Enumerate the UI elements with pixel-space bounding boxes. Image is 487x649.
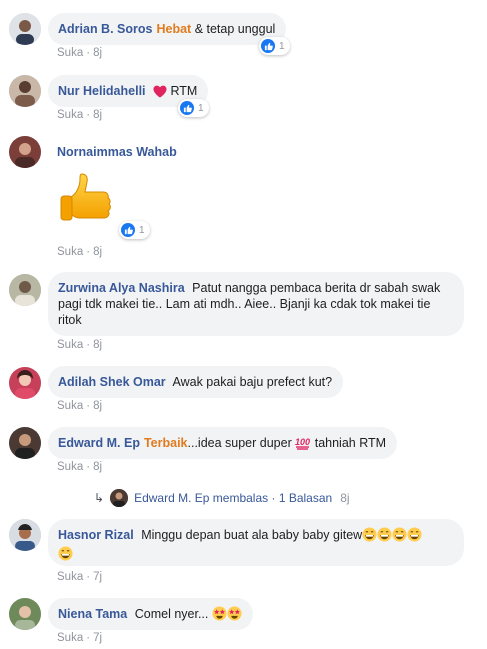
comment-meta: Suka · 8j <box>57 47 103 59</box>
comment-meta: Suka · 8j <box>57 109 103 121</box>
svg-text:100: 100 <box>295 437 310 447</box>
badge-label: Hebat <box>156 22 192 36</box>
comment-text: Minggu depan buat ala baby baby gitew <box>141 528 363 542</box>
reaction-count[interactable]: 1 <box>259 37 290 55</box>
commenter-name[interactable]: Hasnor Rizal <box>58 528 134 542</box>
comment-bubble: Niena Tama Comel nyer... <box>48 598 253 630</box>
like-icon <box>180 101 194 115</box>
comment-bubble: Hasnor Rizal Minggu depan buat ala baby … <box>48 519 464 566</box>
badge-label: Terbaik <box>143 436 188 450</box>
like-icon <box>121 223 135 237</box>
view-replies-link[interactable]: ↳ Edward M. Ep membalas · 1 Balasan 8j <box>94 489 350 507</box>
reaction-number: 1 <box>139 224 145 236</box>
comment-text: Awak pakai baju prefect kut? <box>172 375 333 389</box>
comment-meta: Suka · 8j <box>57 246 103 258</box>
grinning-face-icon <box>407 527 422 546</box>
star-struck-icon <box>227 606 242 625</box>
comment-bubble: Edward M. Ep Terbaik...idea super duper 1… <box>48 427 398 459</box>
comment-bubble: Zurwina Alya Nashira Patut nangga pembac… <box>48 272 464 336</box>
comment-text: ...idea super duper <box>187 436 292 450</box>
timestamp[interactable]: 8j <box>93 400 102 412</box>
commenter-name[interactable]: Edward M. Ep <box>58 436 140 450</box>
comment-text: tahniah RTM <box>314 436 387 450</box>
commenter-name[interactable]: Niena Tama <box>58 607 127 621</box>
like-button[interactable]: Suka <box>57 571 83 583</box>
timestamp[interactable]: 8j <box>93 461 102 473</box>
like-button[interactable]: Suka <box>57 109 83 121</box>
star-struck-icon <box>212 606 227 625</box>
like-icon <box>261 39 275 53</box>
like-button[interactable]: Suka <box>57 461 83 473</box>
timestamp[interactable]: 8j <box>93 246 102 258</box>
grinning-face-icon <box>392 527 407 546</box>
avatar[interactable] <box>9 136 41 168</box>
timestamp[interactable]: 7j <box>93 632 102 644</box>
comment-meta: Suka · 7j <box>57 571 103 583</box>
avatar[interactable] <box>9 274 41 306</box>
reply-arrow-icon: ↳ <box>94 491 105 505</box>
commenter-name[interactable]: Nornaimmas Wahab <box>57 145 177 159</box>
comment-meta: Suka · 8j <box>57 461 103 473</box>
like-button[interactable]: Suka <box>57 632 83 644</box>
timestamp[interactable]: 7j <box>93 571 102 583</box>
like-button[interactable]: Suka <box>57 47 83 59</box>
commenter-name-wrap: Nornaimmas Wahab <box>57 145 181 159</box>
reaction-number: 1 <box>279 40 285 52</box>
reaction-number: 1 <box>198 102 204 114</box>
comment-text: Comel nyer... <box>134 607 209 621</box>
comment-meta: Suka · 7j <box>57 632 103 644</box>
comment-text: RTM <box>170 84 198 98</box>
commenter-name[interactable]: Nur Helidahelli <box>58 84 146 98</box>
avatar[interactable] <box>9 75 41 107</box>
hundred-points-icon: 100 <box>295 436 311 454</box>
avatar[interactable] <box>9 13 41 45</box>
commenter-name[interactable]: Adilah Shek Omar <box>58 375 166 389</box>
comment-text: & tetap unggul <box>194 22 276 36</box>
like-button[interactable]: Suka <box>57 400 83 412</box>
avatar[interactable] <box>9 367 41 399</box>
avatar <box>110 489 129 507</box>
like-button[interactable]: Suka <box>57 246 83 258</box>
grinning-face-icon <box>58 546 73 565</box>
avatar[interactable] <box>9 519 41 551</box>
reply-author: Edward M. Ep <box>134 491 210 505</box>
reply-count: 1 Balasan <box>278 491 333 505</box>
comment-meta: Suka · 8j <box>57 339 103 351</box>
timestamp: 8j <box>340 491 350 505</box>
thumbs-up-sticker-icon <box>56 170 118 232</box>
avatar[interactable] <box>9 427 41 459</box>
avatar[interactable] <box>9 598 41 630</box>
timestamp[interactable]: 8j <box>93 339 102 351</box>
like-button[interactable]: Suka <box>57 339 83 351</box>
reply-label: membalas <box>212 491 269 505</box>
commenter-name[interactable]: Adrian B. Soros <box>58 22 152 36</box>
timestamp[interactable]: 8j <box>93 109 102 121</box>
grinning-face-icon <box>362 527 377 546</box>
comment-bubble: Adilah Shek Omar Awak pakai baju prefect… <box>48 366 344 398</box>
red-heart-icon <box>153 85 167 102</box>
reaction-count[interactable]: 1 <box>119 221 150 239</box>
comment-meta: Suka · 8j <box>57 400 103 412</box>
reaction-count[interactable]: 1 <box>178 99 209 117</box>
commenter-name[interactable]: Zurwina Alya Nashira <box>58 281 185 295</box>
comment-bubble: Adrian B. Soros Hebat & tetap unggul <box>48 13 287 45</box>
grinning-face-icon <box>377 527 392 546</box>
timestamp[interactable]: 8j <box>93 47 102 59</box>
